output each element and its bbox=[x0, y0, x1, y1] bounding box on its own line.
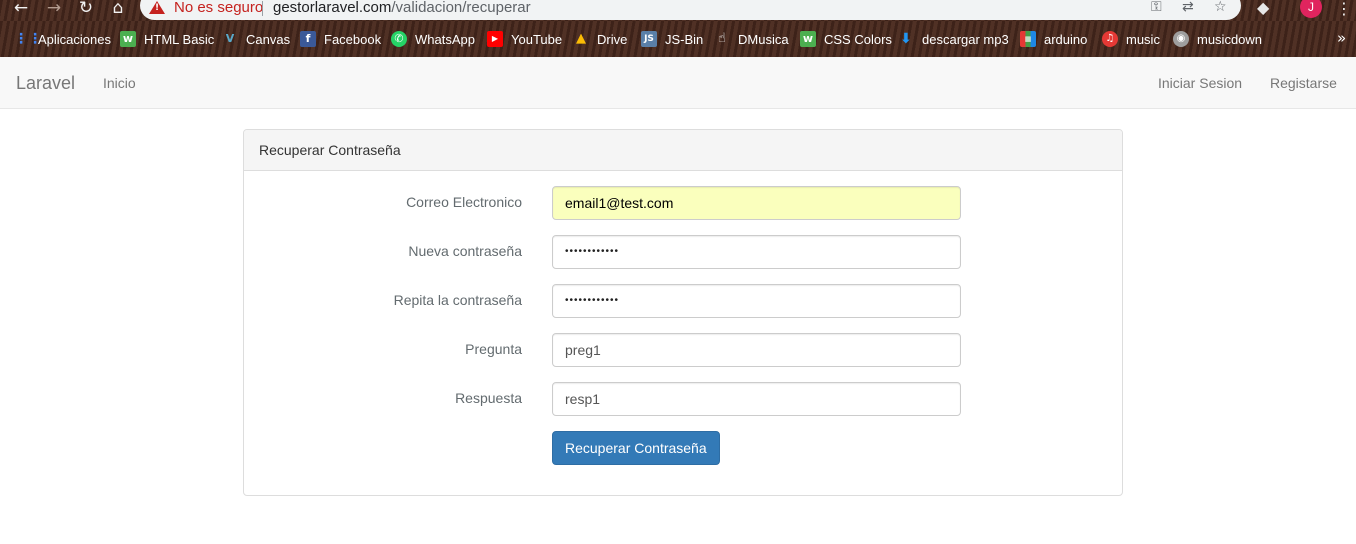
download-icon: ⬇ bbox=[900, 31, 912, 47]
address-bar[interactable]: No es seguro gestorlaravel.com/validacio… bbox=[140, 0, 1241, 20]
nav-link-register[interactable]: Registarse bbox=[1270, 75, 1337, 91]
url-domain: gestorlaravel.com bbox=[273, 0, 392, 16]
bookmark-arduino[interactable]: ▦ arduino bbox=[1020, 30, 1087, 48]
url-text[interactable]: gestorlaravel.com/validacion/recuperar bbox=[273, 0, 531, 16]
extension-cube-icon[interactable]: ◆ bbox=[1257, 0, 1269, 17]
key-icon[interactable]: ⚿ bbox=[1151, 0, 1162, 15]
globe-icon: ◉ bbox=[1173, 31, 1189, 47]
question-field[interactable]: preg1 bbox=[552, 333, 961, 367]
translate-icon[interactable]: ⇄ bbox=[1182, 0, 1194, 15]
profile-avatar[interactable]: J bbox=[1300, 0, 1322, 18]
google-drive-icon: ▲ bbox=[576, 31, 586, 46]
back-arrow-icon[interactable]: ← bbox=[10, 0, 32, 18]
canvas-v-icon: V bbox=[225, 32, 235, 45]
w3schools-icon: w bbox=[800, 31, 816, 47]
url-path: /validacion/recuperar bbox=[391, 0, 531, 16]
bookmark-apps[interactable]: ⋮⋮ Aplicaciones bbox=[14, 30, 111, 48]
forward-arrow-icon[interactable]: → bbox=[43, 0, 65, 18]
bookmarks-overflow-icon[interactable]: » bbox=[1337, 29, 1346, 47]
nav-link-inicio[interactable]: Inicio bbox=[103, 75, 136, 91]
bookmark-facebook[interactable]: f Facebook bbox=[300, 30, 381, 48]
facebook-icon: f bbox=[300, 31, 316, 47]
answer-field[interactable]: resp1 bbox=[552, 382, 961, 416]
youtube-icon: ▶ bbox=[487, 31, 503, 47]
panel-heading: Recuperar Contraseña bbox=[244, 130, 1122, 171]
bookmark-youtube[interactable]: ▶ YouTube bbox=[487, 30, 562, 48]
email-field[interactable]: email1@test.com bbox=[552, 186, 961, 220]
bookmark-css-colors[interactable]: w CSS Colors bbox=[800, 30, 892, 48]
reload-icon[interactable]: ↻ bbox=[75, 0, 97, 18]
bookmark-canvas[interactable]: V Canvas bbox=[222, 30, 290, 48]
repeat-password-label: Repita la contraseña bbox=[393, 292, 522, 308]
bookmark-descargar-mp3[interactable]: ⬇ descargar mp3 bbox=[898, 30, 1009, 48]
bookmark-dmusica[interactable]: ☝ DMusica bbox=[714, 30, 789, 48]
new-password-field[interactable]: •••••••••••• bbox=[552, 235, 961, 269]
email-label: Correo Electronico bbox=[406, 194, 522, 210]
navbar-brand[interactable]: Laravel bbox=[16, 73, 75, 94]
warning-triangle-icon bbox=[149, 1, 165, 14]
pointer-hand-icon: ☝ bbox=[718, 31, 726, 46]
bookmark-music[interactable]: ♫ music bbox=[1102, 30, 1160, 48]
bookmark-jsbin[interactable]: JS JS-Bin bbox=[641, 30, 703, 48]
w3schools-icon: w bbox=[120, 31, 136, 47]
repeat-password-field[interactable]: •••••••••••• bbox=[552, 284, 961, 318]
bookmark-musicdown[interactable]: ◉ musicdown bbox=[1173, 30, 1262, 48]
music-note-icon: ♫ bbox=[1102, 31, 1118, 47]
question-label: Pregunta bbox=[465, 341, 522, 357]
apps-grid-icon: ⋮⋮ bbox=[14, 31, 42, 47]
bookmarks-bar: ⋮⋮ Aplicaciones w HTML Basic V Canvas f … bbox=[0, 21, 1356, 57]
html-color-icon: ▦ bbox=[1020, 31, 1036, 47]
home-icon[interactable]: ⌂ bbox=[107, 0, 129, 18]
browser-toolbar: ← → ↻ ⌂ No es seguro gestorlaravel.com/v… bbox=[0, 0, 1356, 21]
answer-label: Respuesta bbox=[455, 390, 522, 406]
browser-menu-icon[interactable]: ⋮ bbox=[1336, 0, 1352, 18]
panel-title: Recuperar Contraseña bbox=[259, 142, 401, 158]
jsbin-icon: JS bbox=[641, 31, 657, 47]
bookmark-whatsapp[interactable]: ✆ WhatsApp bbox=[391, 30, 475, 48]
bookmark-star-icon[interactable]: ☆ bbox=[1214, 0, 1227, 15]
site-navbar: Laravel Inicio Iniciar Sesion Registarse bbox=[0, 57, 1356, 109]
whatsapp-icon: ✆ bbox=[391, 31, 407, 47]
recover-password-panel: Recuperar Contraseña Correo Electronico … bbox=[243, 129, 1123, 496]
bookmark-html-basic[interactable]: w HTML Basic bbox=[120, 30, 214, 48]
security-indicator[interactable]: No es seguro bbox=[174, 0, 263, 16]
omnibox-divider bbox=[262, 1, 263, 16]
nav-link-login[interactable]: Iniciar Sesion bbox=[1158, 75, 1242, 91]
recover-password-button[interactable]: Recuperar Contraseña bbox=[552, 431, 720, 465]
bookmark-drive[interactable]: ▲ Drive bbox=[573, 30, 627, 48]
new-password-label: Nueva contraseña bbox=[408, 243, 522, 259]
